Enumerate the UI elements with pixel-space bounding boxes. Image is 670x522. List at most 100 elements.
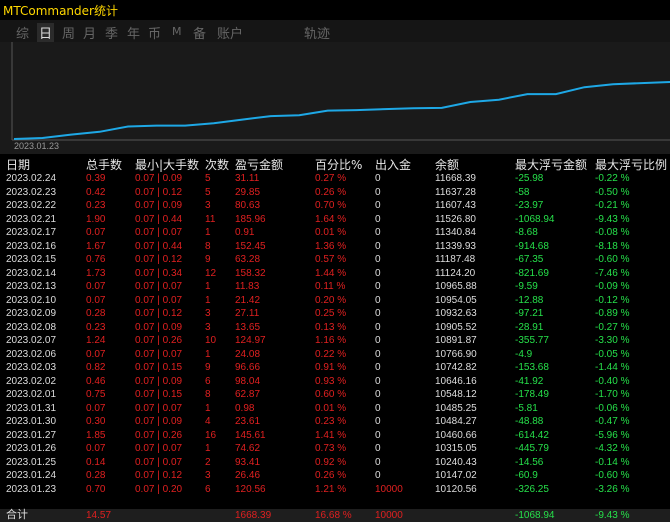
cell-max-dd: -821.69 — [515, 267, 549, 279]
cell-percent: 0.26 % — [315, 470, 347, 481]
cell-date: 2023.02.17 — [6, 227, 57, 238]
table-row[interactable]: 2023.01.31 0.07 0.07 | 0.07 1 0.98 0.01 % 0 104… — [0, 402, 670, 416]
table-row[interactable]: 2023.02.16 1.67 0.07 | 0.44 8 152.45 1.36 % 0 1… — [0, 240, 670, 254]
cell-pnl: 152.45 — [235, 240, 266, 252]
balance-chart-svg — [11, 42, 670, 141]
cell-deposit: 0 — [375, 470, 381, 481]
table-row[interactable]: 2023.02.08 0.23 0.07 | 0.09 3 13.65 0.13 % 0 10… — [0, 321, 670, 335]
table-row[interactable]: 2023.02.10 0.07 0.07 | 0.07 1 21.42 0.20 % 0 10… — [0, 294, 670, 308]
col-minmax[interactable]: 最小|大手数 — [135, 156, 199, 173]
cell-count: 1 — [205, 294, 211, 306]
tab-account[interactable]: 账户 — [217, 23, 243, 42]
total-max-dd: -1068.94 — [515, 510, 555, 521]
col-max-dd-pct[interactable]: 最大浮亏比例 — [595, 156, 667, 173]
tab-year[interactable]: 年 — [127, 23, 140, 42]
col-pnl[interactable]: 盈亏金额 — [235, 156, 283, 173]
period-tabs: 综 日 周 月 季 年 币 M 备 账户 轨迹 — [0, 20, 670, 42]
col-max-dd[interactable]: 最大浮亏金额 — [515, 156, 587, 173]
table-row[interactable]: 2023.02.13 0.07 0.07 | 0.07 1 11.83 0.11 % 0 10… — [0, 280, 670, 294]
cell-lots: 1.67 — [86, 240, 106, 252]
cell-balance: 10905.52 — [435, 321, 477, 333]
cell-date: 2023.01.27 — [6, 429, 57, 441]
cell-balance: 11339.93 — [435, 240, 476, 252]
tab-trace[interactable]: 轨迹 — [304, 23, 330, 42]
cell-percent: 1.64 % — [315, 213, 347, 225]
cell-pnl: 11.83 — [235, 281, 260, 292]
table-row[interactable]: 2023.02.02 0.46 0.07 | 0.09 6 98.04 0.93 % 0 10… — [0, 375, 670, 389]
total-deposit: 10000 — [375, 510, 403, 521]
tab-notes[interactable]: 备 — [193, 23, 206, 42]
table-row[interactable]: 2023.02.15 0.76 0.07 | 0.12 9 63.28 0.57 % 0 11… — [0, 253, 670, 267]
table-row[interactable]: 2023.01.24 0.28 0.07 | 0.12 3 26.46 0.26 % 0 10… — [0, 469, 670, 483]
tab-day[interactable]: 日 — [37, 23, 55, 42]
tab-currency[interactable]: 币 — [148, 23, 161, 42]
cell-lots: 0.07 — [86, 281, 106, 292]
cell-date: 2023.02.03 — [6, 362, 57, 373]
cell-count: 1 — [205, 402, 211, 414]
tab-month[interactable]: 月 — [83, 23, 96, 42]
table-header: 日期 总手数 最小|大手数 次数 盈亏金额 百分比% 出入金 余额 最大浮亏金额… — [0, 156, 670, 172]
tab-quarter[interactable]: 季 — [105, 23, 118, 42]
table-row[interactable]: 2023.02.14 1.73 0.07 | 0.34 12 158.32 1.44 % 0… — [0, 267, 670, 281]
cell-pnl: 23.61 — [235, 416, 261, 427]
total-lots: 14.57 — [86, 510, 112, 521]
cell-pnl: 26.46 — [235, 470, 261, 481]
cell-minmax: 0.07 | 0.44 — [135, 213, 183, 225]
table-row[interactable]: 2023.01.25 0.14 0.07 | 0.07 2 93.41 0.92 % 0 10… — [0, 456, 670, 470]
cell-deposit: 0 — [375, 173, 381, 184]
tab-overview[interactable]: 综 — [16, 23, 29, 42]
cell-balance: 10646.16 — [435, 375, 477, 387]
cell-balance: 10147.02 — [435, 470, 477, 481]
cell-count: 5 — [205, 186, 211, 198]
total-max-dd-pct: -9.43 % — [595, 510, 630, 521]
table-row[interactable]: 2023.02.09 0.28 0.07 | 0.12 3 27.11 0.25 % 0 10… — [0, 307, 670, 321]
table-row[interactable]: 2023.02.21 1.90 0.07 | 0.44 11 185.96 1.64 % 0… — [0, 213, 670, 227]
table-row[interactable]: 2023.01.27 1.85 0.07 | 0.26 16 145.61 1.41 % 0… — [0, 429, 670, 443]
tab-week[interactable]: 周 — [62, 23, 75, 42]
col-balance[interactable]: 余额 — [435, 156, 459, 173]
cell-pnl: 0.98 — [235, 402, 255, 414]
table-row[interactable]: 2023.01.30 0.30 0.07 | 0.09 4 23.61 0.23 % 0 10… — [0, 415, 670, 429]
cell-max-dd-pct: -0.12 % — [595, 294, 630, 306]
cell-date: 2023.02.06 — [6, 348, 57, 360]
cell-balance: 11124.20 — [435, 267, 476, 279]
cell-minmax: 0.07 | 0.20 — [135, 483, 183, 495]
table-row[interactable]: 2023.02.06 0.07 0.07 | 0.07 1 24.08 0.22 % 0 10… — [0, 348, 670, 362]
cell-deposit: 0 — [375, 294, 381, 306]
cell-max-dd-pct: -0.60 % — [595, 470, 630, 481]
col-percent[interactable]: 百分比% — [315, 156, 362, 173]
col-count[interactable]: 次数 — [205, 156, 229, 173]
cell-minmax: 0.07 | 0.44 — [135, 240, 183, 252]
cell-balance: 10460.66 — [435, 429, 477, 441]
table-row[interactable]: 2023.02.23 0.42 0.07 | 0.12 5 29.85 0.26 % 0 11… — [0, 186, 670, 200]
cell-count: 1 — [205, 348, 211, 360]
col-lots[interactable]: 总手数 — [86, 156, 122, 173]
cell-lots: 0.28 — [86, 308, 106, 319]
cell-balance: 10742.82 — [435, 362, 477, 373]
table-row[interactable]: 2023.01.23 0.70 0.07 | 0.20 6 120.56 1.21 % 10… — [0, 483, 670, 497]
cell-date: 2023.02.23 — [6, 186, 57, 198]
cell-max-dd: -5.81 — [515, 402, 538, 414]
cell-lots: 0.75 — [86, 389, 106, 400]
cell-minmax: 0.07 | 0.07 — [135, 402, 183, 414]
tab-m[interactable]: M — [172, 25, 182, 38]
col-date[interactable]: 日期 — [6, 156, 30, 173]
cell-max-dd-pct: -0.06 % — [595, 402, 630, 414]
cell-count: 2 — [205, 456, 211, 468]
table-row[interactable]: 2023.02.17 0.07 0.07 | 0.07 1 0.91 0.01 % 0 113… — [0, 226, 670, 240]
table-row[interactable]: 2023.02.22 0.23 0.07 | 0.09 3 80.63 0.70 % 0 11… — [0, 199, 670, 213]
cell-pnl: 185.96 — [235, 213, 266, 225]
cell-max-dd: -9.59 — [515, 281, 538, 292]
cell-minmax: 0.07 | 0.26 — [135, 335, 183, 346]
table-row[interactable]: 2023.02.07 1.24 0.07 | 0.26 10 124.97 1.16 % 0… — [0, 334, 670, 348]
cell-date: 2023.01.25 — [6, 456, 57, 468]
cell-count: 8 — [205, 389, 211, 400]
table-row[interactable]: 2023.01.26 0.07 0.07 | 0.07 1 74.62 0.73 % 0 10… — [0, 442, 670, 456]
cell-deposit: 0 — [375, 240, 381, 252]
cell-minmax: 0.07 | 0.12 — [135, 254, 183, 265]
table-row[interactable]: 2023.02.01 0.75 0.07 | 0.15 8 62.87 0.60 % 0 10… — [0, 388, 670, 402]
table-row[interactable]: 2023.02.24 0.39 0.07 | 0.09 5 31.11 0.27 % 0 11… — [0, 172, 670, 186]
table-row[interactable]: 2023.02.03 0.82 0.07 | 0.15 9 96.66 0.91 % 0 10… — [0, 361, 670, 375]
col-deposit[interactable]: 出入金 — [375, 156, 411, 173]
cell-lots: 0.07 — [86, 348, 106, 360]
